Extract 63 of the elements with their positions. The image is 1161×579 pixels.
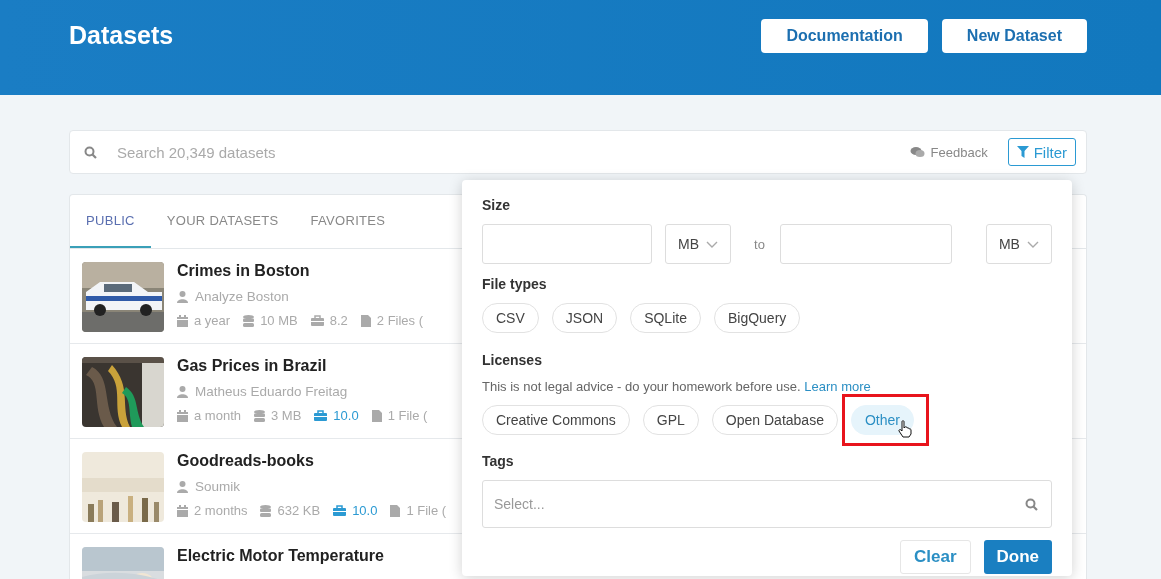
new-dataset-button[interactable]: New Dataset: [941, 18, 1087, 53]
max-size-field[interactable]: [779, 224, 952, 264]
dataset-title[interactable]: Gas Prices in Brazil: [177, 357, 327, 374]
toolbox-icon: [333, 505, 347, 516]
files-text: 2 Files (: [376, 313, 424, 328]
size-label: Size: [482, 197, 511, 213]
dataset-title[interactable]: Electric Motor Temperature: [177, 547, 384, 564]
toolbox-icon: [310, 315, 324, 326]
chat-icon: [909, 146, 925, 158]
user-icon: [177, 385, 188, 398]
file-icon: [371, 409, 382, 422]
tags-label: Tags: [482, 453, 515, 469]
author-name: Matheus Eduardo Freitag: [195, 384, 348, 399]
calendar-icon: [177, 504, 188, 517]
tags-field[interactable]: Select...: [482, 480, 1052, 528]
file-icon: [360, 314, 371, 327]
user-icon: [177, 480, 188, 493]
author-name: Soumik: [195, 479, 240, 494]
min-size-field[interactable]: [482, 224, 652, 264]
funnel-icon: [1016, 146, 1029, 158]
updated-text: 2 months: [194, 503, 248, 518]
tab[interactable]: YOUR DATASETS: [150, 195, 295, 248]
search-icon: [1025, 497, 1038, 511]
feedback-link[interactable]: Feedback: [930, 144, 988, 160]
size-text: 10 MB: [260, 313, 298, 328]
dataset-title[interactable]: Crimes in Boston: [177, 262, 310, 279]
dataset-title[interactable]: Goodreads-books: [177, 452, 314, 469]
to-label: to: [754, 236, 765, 252]
page-title: Datasets: [69, 21, 174, 50]
unit-dropdown[interactable]: MB: [665, 224, 732, 264]
license-note: This is not legal advice - do your homework before use. Learn more: [482, 379, 872, 394]
licenses-label: Licenses: [482, 352, 543, 368]
author-name: Analyze Boston: [195, 289, 289, 304]
user-icon: [177, 290, 188, 303]
tab[interactable]: PUBLIC: [70, 195, 151, 248]
size-text: 632 KB: [277, 503, 321, 518]
files-text: 1 File (: [406, 503, 447, 518]
tab[interactable]: FAVORITES: [294, 195, 402, 248]
calendar-icon: [177, 409, 188, 422]
usability-score: 10.0: [352, 503, 378, 518]
documentation-button[interactable]: Documentation: [761, 18, 928, 53]
search-field[interactable]: Search 20,349 datasets: [115, 142, 904, 162]
calendar-icon: [177, 314, 188, 327]
search-bar[interactable]: Search 20,349 datasets Feedback Filter: [69, 130, 1087, 174]
chevron-down-icon: [706, 240, 719, 248]
file-icon: [390, 504, 401, 517]
database-icon: [243, 314, 255, 327]
size-text: 3 MB: [271, 408, 302, 423]
updated-text: a year: [194, 313, 231, 328]
files-text: 1 File (: [387, 408, 428, 423]
file-types-label: File types: [482, 276, 548, 292]
usability-score: 8.2: [329, 313, 348, 328]
toolbox-icon: [314, 410, 328, 421]
updated-text: a month: [194, 408, 241, 423]
clear-button[interactable]: Clear: [899, 540, 971, 574]
database-icon: [260, 504, 272, 517]
unit-dropdown[interactable]: MB: [985, 224, 1052, 264]
search-icon: [84, 145, 97, 159]
usability-score: 10.0: [333, 408, 359, 423]
learn-more-link[interactable]: Learn more: [804, 379, 871, 394]
chevron-down-icon: [1027, 240, 1039, 248]
database-icon: [254, 409, 265, 422]
done-button[interactable]: Done: [983, 540, 1052, 574]
